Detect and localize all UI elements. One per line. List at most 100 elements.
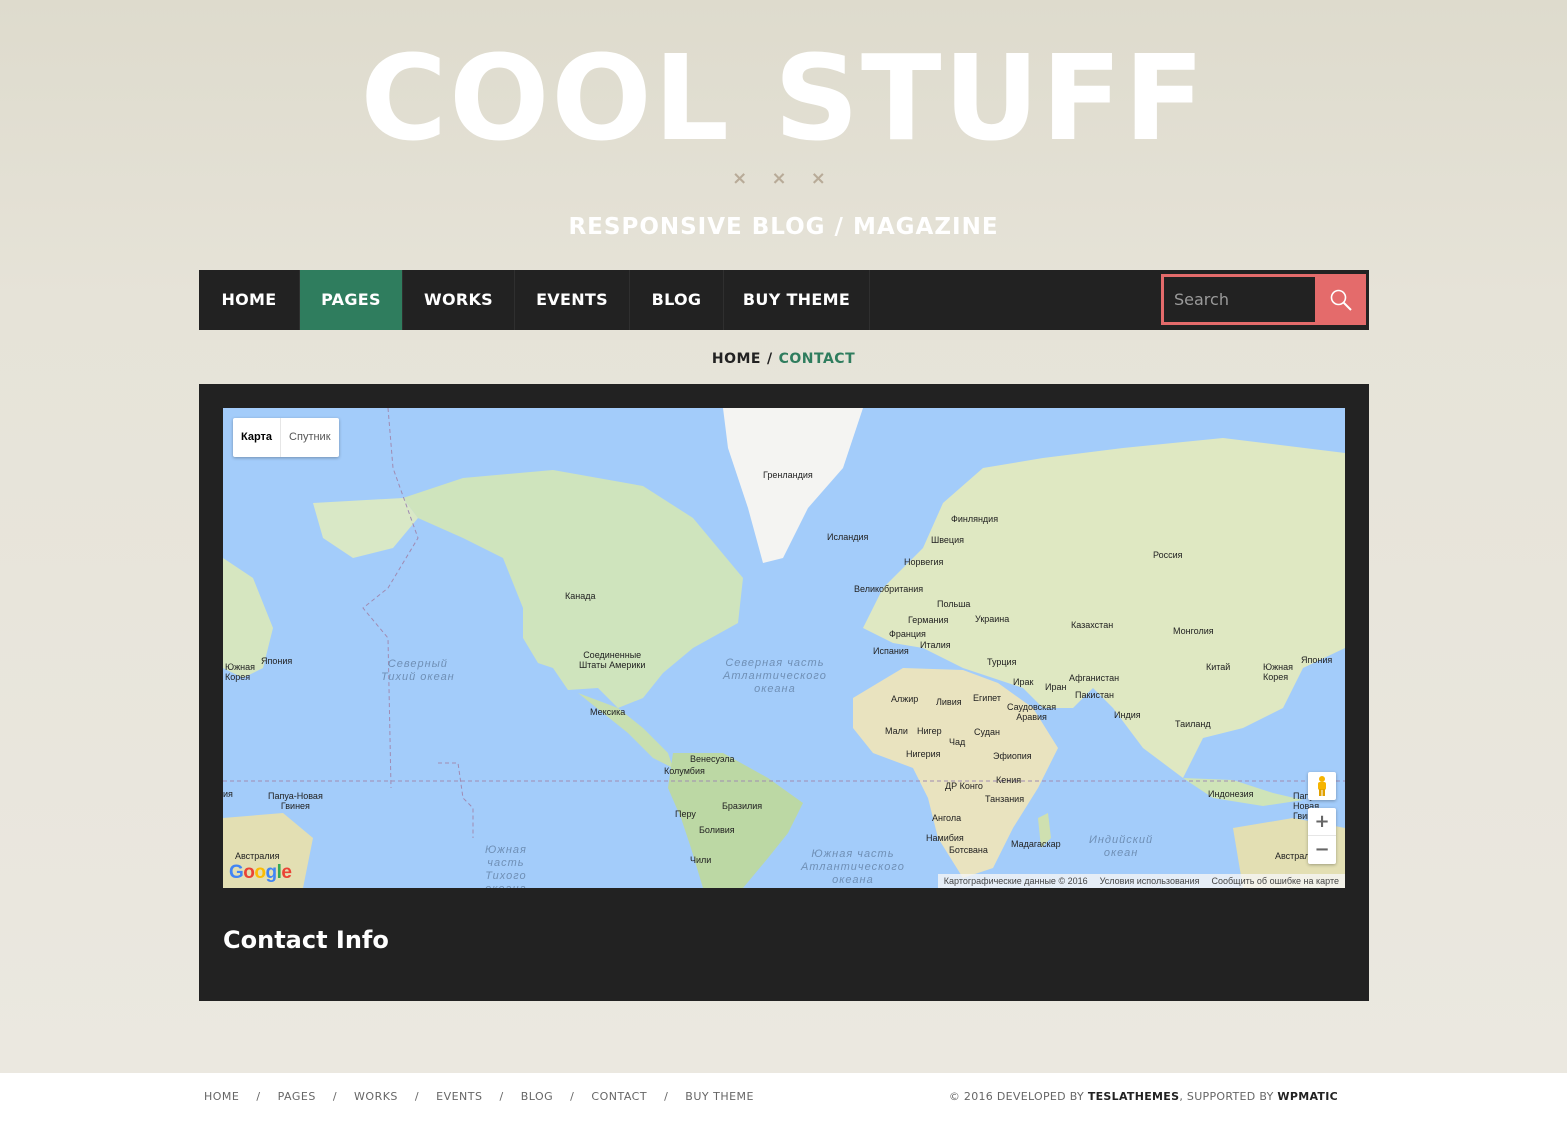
zoom-out-button[interactable]: − xyxy=(1308,836,1336,864)
map-label: Россия xyxy=(1153,550,1183,560)
map-label: Египет xyxy=(973,693,1002,703)
zoom-control: + − xyxy=(1308,808,1336,864)
footer-link-home[interactable]: HOME xyxy=(204,1090,239,1103)
map-label: Чили xyxy=(690,855,712,865)
nav-item-events[interactable]: EVENTS xyxy=(515,270,630,330)
map-label: Папуа-Новая Гвинея xyxy=(268,791,323,811)
map-label: Южная Корея xyxy=(225,662,255,682)
map-label: Япония xyxy=(261,656,293,666)
map-label: Ангола xyxy=(932,813,962,823)
map-label: Намибия xyxy=(926,833,964,843)
footer-separator: / xyxy=(332,1090,338,1103)
map-label: Монголия xyxy=(1173,626,1214,636)
nav-item-home[interactable]: HOME xyxy=(199,270,300,330)
footer-link-contact[interactable]: CONTACT xyxy=(591,1090,647,1103)
developer-link[interactable]: TESLATHEMES xyxy=(1088,1090,1180,1103)
footer-separator: / xyxy=(414,1090,420,1103)
map-label: Украина xyxy=(975,614,1010,624)
nav-item-works[interactable]: WORKS xyxy=(403,270,515,330)
map-label: Индонезия xyxy=(1208,789,1254,799)
nav-item-buy-theme[interactable]: BUY THEME xyxy=(724,270,870,330)
map-label: Афганистан xyxy=(1069,673,1120,683)
map-label: Гренландия xyxy=(763,470,813,480)
footer-link-pages[interactable]: PAGES xyxy=(278,1090,316,1103)
map-label: Китай xyxy=(1206,662,1231,672)
footer: HOME / PAGES / WORKS / EVENTS / BLOG / CONTACT / BUY… xyxy=(0,1073,1567,1121)
nav-item-blog[interactable]: BLOG xyxy=(630,270,724,330)
map-type-map[interactable]: Карта xyxy=(233,418,282,457)
copyright: © 2016 DEVELOPED BY TESLATHEMES, SUPPORT… xyxy=(949,1090,1338,1103)
map-label: Япония xyxy=(1301,655,1333,665)
map-label: Соединенные Штаты Америки xyxy=(579,650,646,670)
map-label: Германия xyxy=(908,615,949,625)
map-label: Алжир xyxy=(891,694,919,704)
map-label: Индия xyxy=(1114,710,1141,720)
map-type-switch: Карта Спутник xyxy=(233,418,339,457)
map-label: Франция xyxy=(889,629,926,639)
contact-info-heading: Contact Info xyxy=(223,926,389,954)
supporter-link[interactable]: WPMATIC xyxy=(1277,1090,1338,1103)
map-label: Венесуэла xyxy=(690,754,735,764)
footer-link-events[interactable]: EVENTS xyxy=(436,1090,482,1103)
content-panel: Карта Спутник Гренландия Исландия Финлян… xyxy=(199,384,1369,1001)
footer-link-works[interactable]: WORKS xyxy=(354,1090,398,1103)
footer-separator: / xyxy=(499,1090,504,1103)
google-logo[interactable]: Google xyxy=(229,862,292,884)
map-label: Турция xyxy=(987,657,1017,667)
map-label: Южная Корея xyxy=(1263,662,1293,682)
map-label: Мали xyxy=(885,726,908,736)
world-map-graphic xyxy=(223,408,1345,888)
search-input[interactable] xyxy=(1164,277,1315,322)
ocean-label: Индийский океан xyxy=(1089,834,1154,859)
search-button[interactable] xyxy=(1315,274,1366,325)
map-label: Норвегия xyxy=(904,557,944,567)
map-label: Ирак xyxy=(1013,677,1034,687)
map-label: Ботсвана xyxy=(949,845,988,855)
search-icon xyxy=(1330,289,1352,311)
map-label: Кения xyxy=(996,775,1022,785)
map-terms-link[interactable]: Условия использования xyxy=(1094,874,1206,888)
map-label: Испания xyxy=(873,646,909,656)
map-label: Мадагаскар xyxy=(1011,839,1061,849)
map-label: Мексика xyxy=(590,707,626,717)
main-navbar: HOME PAGES WORKS EVENTS BLOG BUY THEME xyxy=(199,270,1369,330)
footer-link-blog[interactable]: BLOG xyxy=(521,1090,553,1103)
map-label: Колумбия xyxy=(664,766,705,776)
map-label: Судан xyxy=(974,727,1000,737)
breadcrumb: HOME / CONTACT xyxy=(0,351,1567,367)
map-type-satellite[interactable]: Спутник xyxy=(281,418,338,457)
map-label: Швеция xyxy=(931,535,964,545)
street-view-pegman[interactable] xyxy=(1308,772,1336,800)
ocean-label: Северная часть Атлантического океана xyxy=(723,657,827,695)
map-label: Австралия xyxy=(235,851,280,861)
zoom-in-button[interactable]: + xyxy=(1308,808,1336,836)
map-label: Чад xyxy=(949,737,966,747)
map-label: Нигерия xyxy=(906,749,941,759)
footer-nav: HOME / PAGES / WORKS / EVENTS / BLOG / CONTACT / BUY… xyxy=(204,1090,754,1103)
map-label: Танзания xyxy=(985,794,1025,804)
map-label: Ливия xyxy=(936,697,962,707)
map-report-link[interactable]: Сообщить об ошибке на карте xyxy=(1206,874,1345,888)
map-label: Нигер xyxy=(917,726,942,736)
ocean-label: Южная часть Атлантического океана xyxy=(801,848,905,886)
breadcrumb-separator: / xyxy=(766,351,773,367)
map-label: Боливия xyxy=(699,825,735,835)
ocean-label: Южная часть Тихого океана xyxy=(485,844,527,888)
pegman-icon xyxy=(1318,776,1326,796)
footer-link-buy-theme[interactable]: BUY THEME xyxy=(685,1090,754,1103)
map-label: Великобритания xyxy=(854,584,924,594)
nav-item-pages[interactable]: PAGES xyxy=(300,270,403,330)
search-box xyxy=(1161,274,1315,325)
map-label: Эфиопия xyxy=(993,751,1032,761)
site-title[interactable]: COOL STUFF xyxy=(0,28,1567,168)
breadcrumb-current: CONTACT xyxy=(778,351,856,367)
map-label: Пакистан xyxy=(1075,690,1114,700)
map-label: Польша xyxy=(937,599,971,609)
map-label: Исландия xyxy=(827,532,869,542)
supported-prefix: , SUPPORTED BY xyxy=(1179,1090,1278,1103)
site-tagline: RESPONSIVE BLOG / MAGAZINE xyxy=(568,214,999,240)
google-map[interactable]: Карта Спутник Гренландия Исландия Финлян… xyxy=(223,408,1345,888)
breadcrumb-home[interactable]: HOME xyxy=(712,351,761,367)
footer-separator: / xyxy=(256,1090,261,1103)
map-label: Саудовская Аравия xyxy=(1007,702,1057,722)
